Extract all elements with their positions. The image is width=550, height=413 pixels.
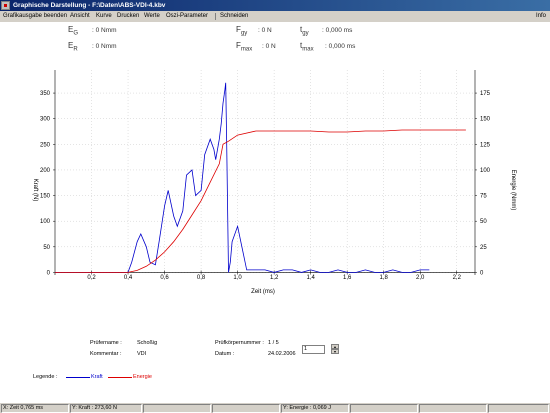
menu-oszi-parameter[interactable]: Oszi-Parameter	[166, 12, 208, 21]
status-y-kraft: Y: Kraft : 273,60 N	[70, 404, 142, 413]
fgy-label: Fgy	[236, 25, 248, 37]
tmax-label: tmax	[300, 41, 314, 53]
tmax-value: : 0,000 ms	[325, 43, 356, 50]
menu-kurve[interactable]: Kurve	[96, 12, 112, 21]
kommentar-label: Kommentar :	[90, 351, 122, 357]
datum-value: 24.02.2006	[268, 351, 296, 357]
y-tick-label: 300	[40, 117, 51, 123]
y-tick-label: 100	[40, 219, 51, 225]
window-title: Graphische Darstellung - F:\Daten\ABS-VD…	[13, 2, 166, 9]
eg-label: EG	[68, 25, 79, 37]
y-tick-label: 250	[40, 142, 51, 148]
menu-werte[interactable]: Werte	[144, 12, 160, 21]
y2-tick-label: 100	[480, 168, 491, 174]
x-tick-label: 0,6	[160, 275, 169, 281]
menu-info[interactable]: Info	[536, 12, 546, 21]
status-panel-empty-5	[488, 404, 549, 413]
y2-axis-label: Energie (Nmm)	[510, 170, 516, 211]
pruefkoerper-label: Prüfkörpernummer :	[215, 340, 264, 346]
x-tick-label: 1,6	[343, 275, 352, 281]
y-tick-label: 50	[43, 245, 50, 251]
x-tick-label: 1,8	[380, 275, 389, 281]
title-bar: Graphische Darstellung - F:\Daten\ABS-VD…	[0, 0, 550, 11]
pruefkoerper-value: 1 / 5	[268, 340, 279, 346]
x-tick-label: 1,2	[270, 275, 279, 281]
menu-separator	[215, 13, 216, 20]
fmax-label: Fmax	[236, 41, 253, 53]
status-panel-empty-3	[350, 404, 418, 413]
er-label: ER	[68, 41, 78, 53]
datum-label: Datum :	[215, 351, 235, 357]
kommentar-value: VDI	[137, 351, 147, 357]
pruefername-value: Schoßig	[137, 340, 158, 346]
x-tick-label: 1,4	[306, 275, 315, 281]
y-tick-label: 350	[40, 91, 51, 97]
fgy-value: : 0 N	[258, 27, 272, 34]
chart-ticks: 0,2 0,4 0,6 0,8 1,0 1,2 1,4 1,6 1,8 2,0 2,2 0 50 100 1…	[40, 91, 491, 281]
legend-kraft-line	[66, 377, 90, 378]
x-tick-label: 0,2	[87, 275, 96, 281]
y-tick-label: 0	[47, 270, 51, 276]
status-y-energie: Y: Energie : 0,069 J	[281, 404, 349, 413]
legend-energie-label: Energie	[133, 374, 152, 380]
specimen-number-input[interactable]: 1	[302, 345, 325, 354]
legend-label: Legende :	[33, 374, 58, 380]
series-line-energie	[55, 129, 466, 273]
status-panel-empty-1	[143, 404, 211, 413]
x-tick-label: 2,2	[453, 275, 462, 281]
result-values-panel: EG : 0 Nmm ER : 0 Nmm Fgy : 0 N Fmax : 0…	[0, 22, 550, 60]
fmax-value: : 0 N	[262, 43, 276, 50]
chart-grid	[55, 70, 475, 275]
legend-kraft-label: Kraft	[91, 374, 103, 380]
x-tick-label: 0,4	[124, 275, 133, 281]
spin-down-button[interactable]	[331, 349, 339, 354]
x-axis-label: Zeit (ms)	[251, 289, 275, 295]
menu-grafikausgabe-beenden[interactable]: Grafikausgabe beenden	[3, 12, 67, 21]
pruefername-label: Prüfername :	[90, 340, 122, 346]
y2-tick-label: 0	[480, 270, 484, 276]
series-line-kraft	[55, 82, 430, 273]
app-icon[interactable]	[1, 1, 10, 10]
legend-energie-line	[108, 377, 132, 378]
status-panel-empty-2	[212, 404, 280, 413]
status-bar: X: Zeit 0,765 ms Y: Kraft : 273,60 N Y: …	[0, 402, 550, 413]
y2-tick-label: 75	[480, 194, 487, 200]
menu-drucken[interactable]: Drucken	[117, 12, 139, 21]
y2-tick-label: 175	[480, 91, 491, 97]
status-x-zeit: X: Zeit 0,765 ms	[1, 404, 69, 413]
x-tick-label: 2,0	[416, 275, 425, 281]
specimen-spinner	[331, 344, 339, 355]
er-value: : 0 Nmm	[92, 43, 117, 50]
y2-tick-label: 125	[480, 142, 491, 148]
y2-tick-label: 150	[480, 117, 491, 123]
y-tick-label: 200	[40, 168, 51, 174]
force-energy-chart[interactable]: 0,2 0,4 0,6 0,8 1,0 1,2 1,4 1,6 1,8 2,0 2,2 0 50 100 1…	[0, 60, 550, 310]
tgy-label: tgy	[300, 25, 309, 37]
menu-bar: Grafikausgabe beenden Ansicht Kurve Druc…	[0, 11, 550, 22]
y-tick-label: 150	[40, 194, 51, 200]
chart-axes	[54, 70, 476, 275]
tgy-value: : 0,000 ms	[322, 27, 353, 34]
eg-value: : 0 Nmm	[92, 27, 117, 34]
y-axis-label: Kraft (N)	[32, 179, 38, 202]
x-tick-label: 0,8	[197, 275, 206, 281]
y2-tick-label: 50	[480, 219, 487, 225]
x-tick-label: 1,0	[233, 275, 242, 281]
menu-ansicht[interactable]: Ansicht	[70, 12, 90, 21]
chart-series	[55, 82, 466, 273]
menu-schneiden[interactable]: Schneiden	[220, 12, 248, 21]
y2-tick-label: 25	[480, 245, 487, 251]
status-panel-empty-4	[419, 404, 487, 413]
